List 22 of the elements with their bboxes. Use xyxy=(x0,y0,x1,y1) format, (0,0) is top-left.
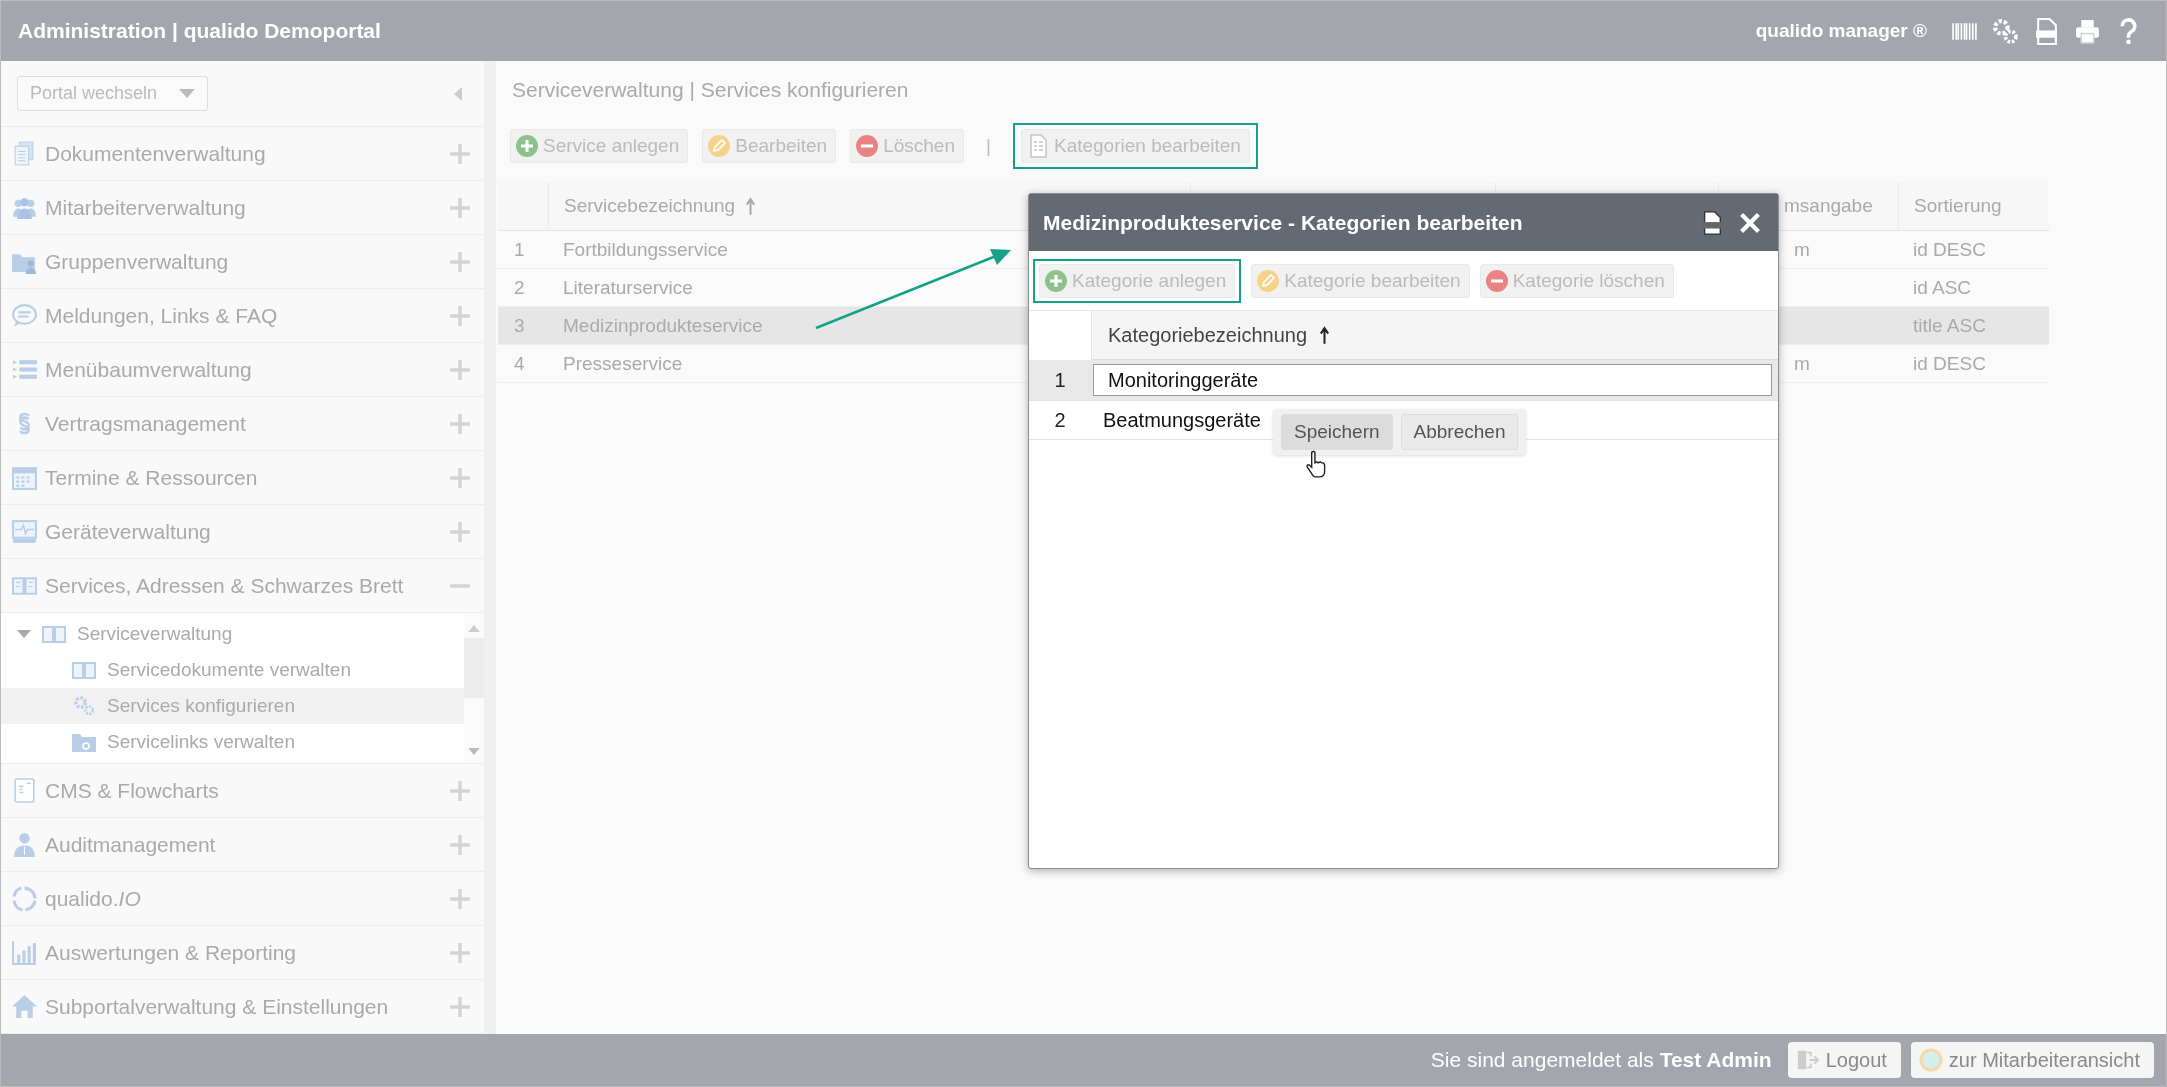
table-cell: title ASC xyxy=(1913,314,1986,337)
brand-name: qualido manager ® xyxy=(1755,20,1927,42)
row-number: 2 xyxy=(1053,407,1067,433)
table-cell: Fortbildungsservice xyxy=(563,238,728,261)
row-number: 4 xyxy=(514,352,525,375)
table-cell: Medizinprodukteservice xyxy=(563,314,763,337)
table-cell: Literaturservice xyxy=(563,276,693,299)
table-cell: Presseservice xyxy=(563,352,683,375)
row-number: 2 xyxy=(514,276,525,299)
login-status: Sie sind angemeldet als Test Admin xyxy=(1430,1048,1772,1072)
table-cell: id DESC xyxy=(1913,238,1986,261)
row-number: 1 xyxy=(514,238,525,261)
toolbar-separator: | xyxy=(986,135,991,157)
table-cell: m xyxy=(1794,352,1810,375)
row-number: 1 xyxy=(1053,367,1067,393)
table-cell: id ASC xyxy=(1913,276,1972,299)
table-cell: id DESC xyxy=(1913,352,1986,375)
table-cell-text: Beatmungsgeräte xyxy=(1102,408,1261,432)
row-number: 3 xyxy=(514,314,525,337)
app-title: Administration | qualido Demoportal xyxy=(18,19,382,43)
table-cell: m xyxy=(1794,238,1810,261)
breadcrumb: Serviceverwaltung | Services konfigurieren xyxy=(511,77,910,103)
